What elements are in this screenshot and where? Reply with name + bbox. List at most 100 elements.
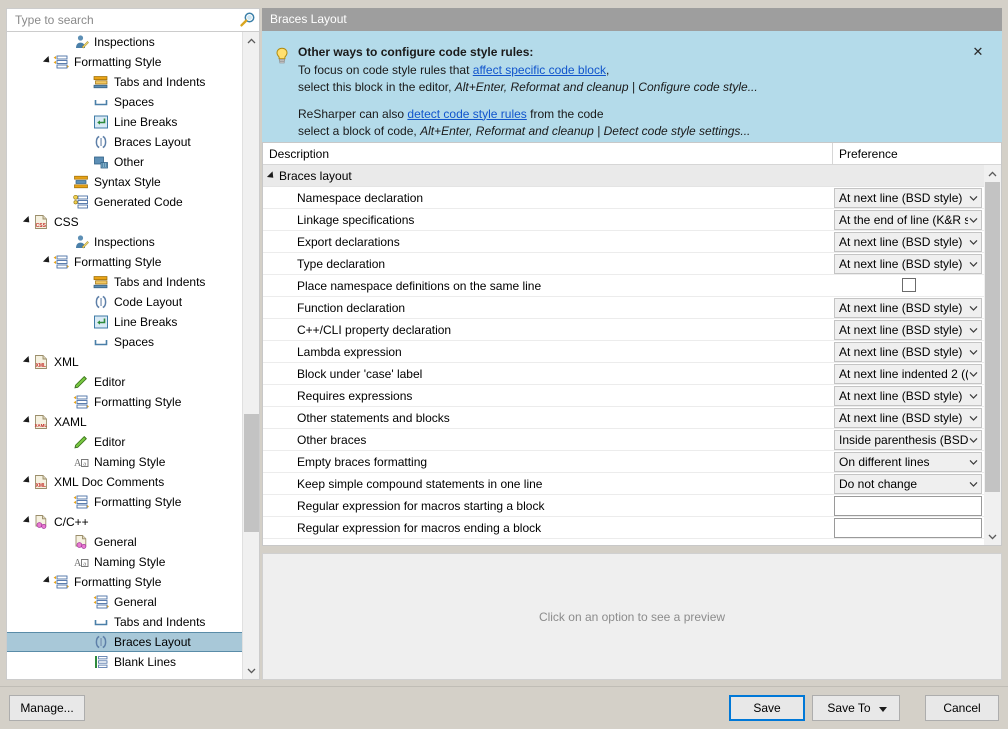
chevron-expanded-icon[interactable] [21,352,33,372]
tree-item-css[interactable]: CSSCSS [7,212,242,232]
option-row[interactable]: C++/CLI property declarationAt next line… [263,319,984,341]
tree-item-xml-doc-comments[interactable]: XMLXML Doc Comments [7,472,242,492]
option-row[interactable]: Other statements and blocksAt next line … [263,407,984,429]
chevron-down-icon[interactable] [968,195,981,201]
settings-tree[interactable]: InspectionsFormatting StyleTabs and Inde… [6,32,260,680]
chevron-down-icon[interactable] [968,305,981,311]
grid-scroll-up-icon[interactable] [984,165,1001,182]
tree-item-code-layout[interactable]: Code Layout [7,292,242,312]
tree-item-xaml[interactable]: XAMLXAML [7,412,242,432]
preference-dropdown[interactable]: At next line (BSD style) [834,232,982,252]
tree-scroll-down-icon[interactable] [243,662,260,679]
option-row[interactable]: Requires expressionsAt next line (BSD st… [263,385,984,407]
tree-item-formatting-style[interactable]: Formatting Style [7,492,242,512]
tree-scroll-up-icon[interactable] [243,32,260,49]
tree-item-line-breaks[interactable]: Line Breaks [7,312,242,332]
option-row[interactable]: Regular expression for macros ending a b… [263,517,984,539]
tree-item-formatting-style[interactable]: Formatting Style [7,52,242,72]
chevron-down-icon[interactable] [879,707,887,712]
option-row[interactable]: Regular expression for macros starting a… [263,495,984,517]
grid-group-header[interactable]: Braces layout [263,165,984,187]
tree-item-editor[interactable]: Editor [7,432,242,452]
tree-vertical-scrollbar[interactable] [242,32,259,679]
chevron-expanded-icon[interactable] [41,572,53,592]
preference-dropdown[interactable]: Inside parenthesis (BSD/K... [834,430,982,450]
preference-dropdown[interactable]: At next line (BSD style) [834,188,982,208]
chevron-expanded-icon[interactable] [267,171,276,180]
chevron-down-icon[interactable] [968,371,981,377]
tree-item-general[interactable]: General [7,592,242,612]
preference-dropdown[interactable]: At next line (BSD style) [834,298,982,318]
tree-item-braces-layout[interactable]: Braces Layout [7,132,242,152]
tree-item-xml[interactable]: XMLXML [7,352,242,372]
tree-item-braces-layout[interactable]: Braces Layout [7,632,242,652]
chevron-expanded-icon[interactable] [21,412,33,432]
tree-item-tabs-and-indents[interactable]: Tabs and Indents [7,72,242,92]
search-box[interactable] [6,8,260,32]
preference-dropdown[interactable]: At next line (BSD style) [834,254,982,274]
preference-textbox[interactable] [834,518,982,538]
chevron-down-icon[interactable] [968,217,981,223]
tree-item-syntax-style[interactable]: Syntax Style [7,172,242,192]
search-input[interactable] [7,10,237,30]
tree-item-general[interactable]: General [7,532,242,552]
grid-scrollbar-thumb[interactable] [985,182,1000,492]
grid-scroll-down-icon[interactable] [984,528,1001,545]
preference-dropdown[interactable]: At next line (BSD style) [834,342,982,362]
preference-checkbox[interactable] [902,278,916,292]
preference-textbox[interactable] [834,496,982,516]
option-row[interactable]: Namespace declarationAt next line (BSD s… [263,187,984,209]
chevron-down-icon[interactable] [968,415,981,421]
preference-dropdown[interactable]: At next line (BSD style) [834,320,982,340]
cancel-button[interactable]: Cancel [925,695,999,721]
preference-dropdown[interactable]: At the end of line (K&R style) [834,210,982,230]
option-row[interactable]: Type declarationAt next line (BSD style) [263,253,984,275]
chevron-down-icon[interactable] [968,481,981,487]
tree-item-blank-lines[interactable]: Blank Lines [7,652,242,672]
chevron-expanded-icon[interactable] [41,52,53,72]
option-row[interactable]: Export declarationsAt next line (BSD sty… [263,231,984,253]
tree-item-tabs-and-indents[interactable]: Tabs and Indents [7,612,242,632]
save-to-button[interactable]: Save To [812,695,900,721]
tree-item-line-breaks[interactable]: Line Breaks [7,112,242,132]
option-row[interactable]: Linkage specificationsAt the end of line… [263,209,984,231]
chevron-down-icon[interactable] [968,327,981,333]
tree-item-tabs-and-indents[interactable]: Tabs and Indents [7,272,242,292]
search-icon[interactable] [237,9,259,31]
chevron-down-icon[interactable] [968,437,981,443]
option-row[interactable]: Block under 'case' labelAt next line ind… [263,363,984,385]
close-icon[interactable]: ✕ [967,42,989,62]
option-row[interactable]: Keep simple compound statements in one l… [263,473,984,495]
chevron-expanded-icon[interactable] [21,212,33,232]
chevron-expanded-icon[interactable] [21,472,33,492]
option-row[interactable]: Place namespace definitions on the same … [263,275,984,297]
chevron-down-icon[interactable] [968,459,981,465]
manage-button[interactable]: Manage... [9,695,85,721]
option-row[interactable]: Other bracesInside parenthesis (BSD/K... [263,429,984,451]
grid-vertical-scrollbar[interactable] [984,165,1001,545]
tree-item-spaces[interactable]: Spaces [7,332,242,352]
column-header-description[interactable]: Description [263,143,833,164]
tree-item-c-c[interactable]: C/C++ [7,512,242,532]
tree-item-inspections[interactable]: Inspections [7,232,242,252]
chevron-down-icon[interactable] [968,239,981,245]
preference-dropdown[interactable]: At next line (BSD style) [834,386,982,406]
option-row[interactable]: Function declarationAt next line (BSD st… [263,297,984,319]
tree-item-naming-style[interactable]: AaNaming Style [7,552,242,572]
column-header-preference[interactable]: Preference [833,143,1001,164]
option-row[interactable]: Empty braces formattingOn different line… [263,451,984,473]
chevron-down-icon[interactable] [968,393,981,399]
tree-item-formatting-style[interactable]: Formatting Style [7,392,242,412]
tree-scrollbar-thumb[interactable] [244,414,259,532]
tree-item-formatting-style[interactable]: Formatting Style [7,252,242,272]
tree-item-formatting-style[interactable]: Formatting Style [7,572,242,592]
chevron-expanded-icon[interactable] [41,252,53,272]
chevron-down-icon[interactable] [968,261,981,267]
preference-dropdown[interactable]: At next line indented 2 ((... [834,364,982,384]
save-button[interactable]: Save [729,695,805,721]
preference-dropdown[interactable]: Do not change [834,474,982,494]
tree-item-editor[interactable]: Editor [7,372,242,392]
option-row[interactable]: Lambda expressionAt next line (BSD style… [263,341,984,363]
tree-item-other[interactable]: Other [7,152,242,172]
chevron-expanded-icon[interactable] [21,512,33,532]
